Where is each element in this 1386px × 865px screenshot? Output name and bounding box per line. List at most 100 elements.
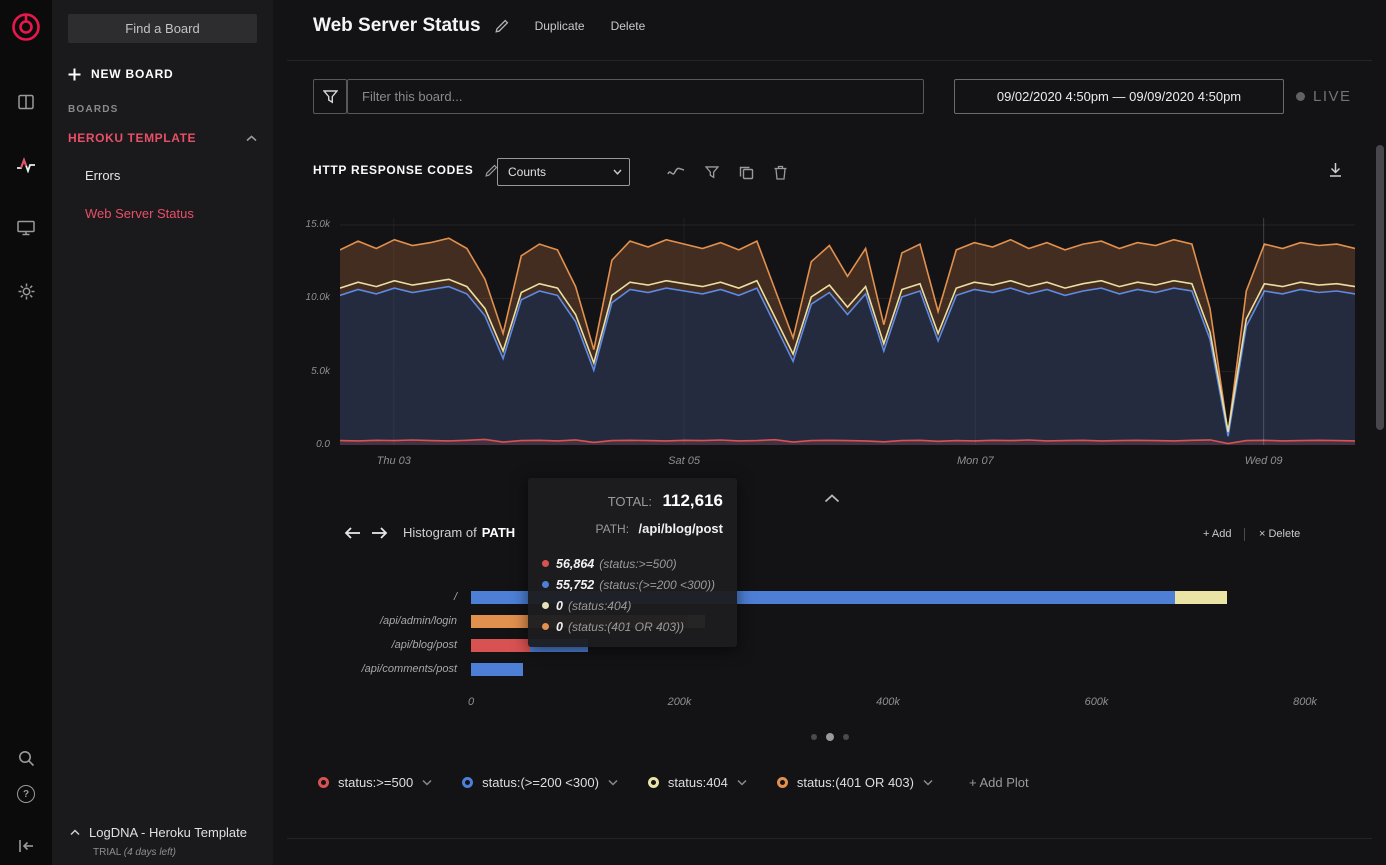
page-dot-current[interactable]: [826, 733, 834, 741]
scrollbar-thumb[interactable]: [1376, 145, 1384, 430]
legend-label: status:>=500: [338, 775, 414, 790]
x-axis-label: Sat 05: [668, 455, 700, 467]
board-filter-button[interactable]: [313, 79, 347, 114]
histogram-next-button[interactable]: [371, 526, 388, 540]
chart-tooltip: TOTAL: 112,616 PATH: /api/blog/post 56,8…: [528, 478, 737, 647]
y-axis-label: 5.0k: [311, 365, 330, 377]
histogram-add-button[interactable]: + Add: [1203, 528, 1231, 540]
copy-icon: [739, 166, 754, 179]
bar-row: [471, 663, 1305, 676]
graph-title: HTTP RESPONSE CODES: [313, 163, 474, 177]
bar-axis-label: 400k: [876, 696, 900, 708]
pencil-icon: [494, 19, 508, 33]
series-color-dot: [542, 581, 549, 588]
date-range-value: 09/02/2020 4:50pm — 09/09/2020 4:50pm: [996, 89, 1242, 104]
sidebar-board-item[interactable]: Web Server Status: [85, 206, 194, 222]
edit-title-button[interactable]: [494, 19, 509, 33]
tooltip-series-query: (status:404): [567, 598, 632, 613]
duplicate-board-button[interactable]: Duplicate: [535, 19, 585, 33]
legend-item[interactable]: status:(>=200 <300): [462, 775, 618, 790]
boards-sidebar: NEW BOARD BOARDS HEROKU TEMPLATE Errors W…: [52, 0, 273, 865]
board-list: Errors Web Server Status: [85, 168, 194, 222]
line-chart-icon: [667, 167, 685, 175]
x-axis-label: Wed 09: [1244, 455, 1283, 467]
tooltip-total-label: TOTAL:: [607, 494, 653, 509]
collapse-graph-button[interactable]: [824, 494, 840, 503]
bar-row-label: /api/blog/post: [391, 639, 457, 651]
page-dot[interactable]: [843, 734, 849, 740]
metric-select[interactable]: Counts: [497, 158, 630, 186]
legend-item[interactable]: status:>=500: [318, 775, 432, 790]
legend-label: status:404: [667, 775, 728, 790]
tooltip-path-value: /api/blog/post: [638, 521, 724, 536]
chevron-up-icon: [246, 134, 257, 141]
tooltip-series-value: 0: [556, 598, 563, 613]
chart-type-button[interactable]: [667, 166, 685, 178]
nav-boards[interactable]: [0, 84, 52, 120]
legend-item[interactable]: status:(401 OR 403): [776, 775, 933, 790]
tooltip-series-value: 0: [556, 619, 563, 634]
activity-graph-icon: [17, 157, 35, 173]
histogram-prev-button[interactable]: [344, 526, 361, 540]
find-board-input[interactable]: [68, 14, 257, 43]
timeseries-chart[interactable]: [339, 218, 1356, 446]
delete-board-button[interactable]: Delete: [611, 19, 646, 33]
histogram-title-field: PATH: [481, 525, 516, 540]
rail-collapse-button[interactable]: [0, 828, 52, 864]
series-color-dot: [542, 602, 549, 609]
histogram-delete-button[interactable]: × Delete: [1259, 528, 1300, 540]
new-board-button[interactable]: NEW BOARD: [68, 66, 174, 82]
duplicate-graph-button[interactable]: [739, 165, 754, 180]
graph-filter-button[interactable]: [705, 165, 719, 179]
live-toggle[interactable]: LIVE: [1296, 79, 1352, 114]
logdna-logo[interactable]: [11, 12, 41, 42]
nav-screens[interactable]: [0, 210, 52, 246]
collapse-left-icon: [19, 840, 33, 852]
bar-segment[interactable]: [471, 639, 531, 652]
bar-segment[interactable]: [1174, 591, 1227, 604]
date-range-picker[interactable]: 09/02/2020 4:50pm — 09/09/2020 4:50pm: [954, 79, 1284, 114]
plot-legend: status:>=500 status:(>=200 <300) status:40…: [318, 775, 1029, 790]
add-plot-button[interactable]: + Add Plot: [969, 775, 1029, 790]
sidebar-board-item[interactable]: Errors: [85, 168, 194, 184]
chevron-down-icon[interactable]: [737, 779, 747, 786]
timeseries-svg: [339, 218, 1356, 446]
tooltip-series-value: 56,864: [556, 556, 595, 571]
trash-icon: [774, 165, 787, 180]
trial-status: TRIAL (4 days left): [93, 847, 176, 858]
bar-segment[interactable]: [471, 663, 524, 676]
sidebar-footer[interactable]: LogDNA - Heroku Template: [70, 825, 247, 840]
nav-settings[interactable]: [0, 273, 52, 309]
legend-color-dot: [647, 777, 659, 788]
x-axis-label: Mon 07: [957, 455, 994, 467]
nav-graphs-active[interactable]: [0, 147, 52, 183]
metric-select-wrap: Counts: [497, 158, 630, 186]
tooltip-series-query: (status:>=500): [599, 556, 677, 571]
nav-search[interactable]: [0, 740, 52, 776]
chevron-up-icon: [70, 829, 80, 836]
page-title: Web Server Status: [313, 15, 481, 36]
chevron-down-icon[interactable]: [923, 779, 933, 786]
page-dot[interactable]: [811, 734, 817, 740]
board-filter-input[interactable]: [347, 79, 924, 114]
chevron-down-icon[interactable]: [608, 779, 618, 786]
main-content: Web Server Status Duplicate Delete 09/02…: [273, 0, 1386, 865]
histogram-pagination: [811, 733, 849, 741]
export-graph-button[interactable]: [1328, 162, 1343, 178]
histogram-title: Histogram of PATH: [403, 525, 515, 540]
search-icon: [18, 750, 34, 766]
bottom-divider: [287, 838, 1372, 839]
help-icon: ?: [17, 785, 35, 803]
chevron-down-icon[interactable]: [422, 779, 432, 786]
legend-item[interactable]: status:404: [647, 775, 747, 790]
tooltip-total-value: 112,616: [662, 491, 723, 510]
plus-icon: [68, 68, 81, 80]
tooltip-path-label: PATH:: [595, 522, 630, 536]
arrow-right-icon: [372, 527, 388, 539]
nav-help[interactable]: ?: [0, 776, 52, 812]
tooltip-series-row: 55,752 (status:(>=200 <300)): [542, 574, 723, 595]
board-group-heroku-template[interactable]: HEROKU TEMPLATE: [68, 131, 257, 145]
legend-items: status:>=500 status:(>=200 <300) status:40…: [318, 775, 933, 790]
bar-row-label: /: [453, 591, 457, 603]
delete-graph-button[interactable]: [774, 165, 787, 180]
